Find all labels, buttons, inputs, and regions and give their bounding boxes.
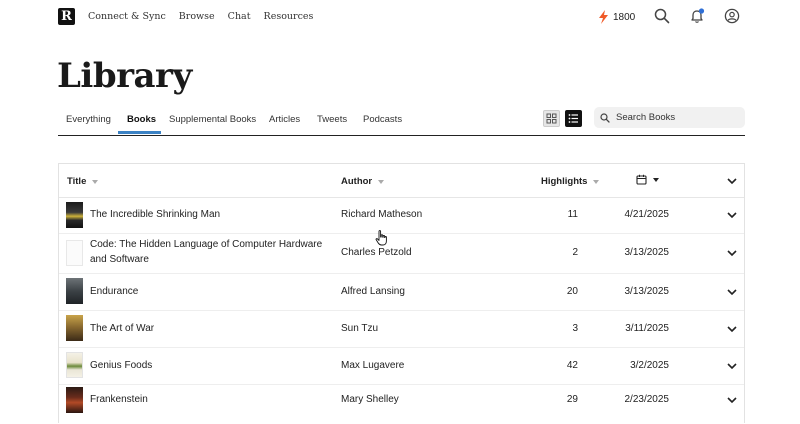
book-title[interactable]: The Art of War bbox=[90, 323, 154, 334]
highlight-count: 3 bbox=[572, 323, 578, 334]
list-view-button[interactable] bbox=[565, 110, 582, 127]
chevron-down-icon[interactable] bbox=[727, 211, 737, 219]
book-date: 3/11/2025 bbox=[625, 323, 669, 334]
book-title[interactable]: The Incredible Shrinking Man bbox=[90, 209, 220, 220]
book-title[interactable]: Frankenstein bbox=[90, 394, 148, 405]
date-column-header[interactable] bbox=[636, 174, 659, 185]
table-row[interactable]: The Incredible Shrinking Man Richard Mat… bbox=[59, 197, 744, 234]
highlight-count: 2 bbox=[572, 247, 578, 258]
sort-caret-icon bbox=[593, 179, 600, 184]
tab-supplemental-books[interactable]: Supplemental Books bbox=[169, 114, 256, 125]
nav-link-resources[interactable]: Resources bbox=[264, 11, 314, 22]
chevron-down-icon[interactable] bbox=[727, 325, 737, 333]
hand-cursor-icon bbox=[375, 230, 387, 246]
search-icon bbox=[600, 112, 610, 123]
nav-link-browse[interactable]: Browse bbox=[179, 11, 215, 22]
table-row[interactable]: Endurance Alfred Lansing 20 3/13/2025 bbox=[59, 273, 744, 311]
title-column-header[interactable]: Title bbox=[67, 176, 99, 187]
books-table: Title Author Highlights The Incredible S… bbox=[58, 163, 745, 423]
active-tab-indicator bbox=[118, 131, 161, 134]
chevron-down-icon[interactable] bbox=[727, 362, 737, 370]
nav-link-chat[interactable]: Chat bbox=[228, 11, 251, 22]
table-row[interactable]: Genius Foods Max Lugavere 42 3/2/2025 bbox=[59, 347, 744, 385]
points-value: 1800 bbox=[613, 11, 636, 23]
grid-view-icon bbox=[546, 113, 557, 124]
highlights-column-header[interactable]: Highlights bbox=[541, 176, 600, 187]
book-title[interactable]: Genius Foods bbox=[90, 360, 152, 371]
highlight-count: 20 bbox=[566, 286, 578, 297]
table-row[interactable]: Code: The Hidden Language of Computer Ha… bbox=[59, 233, 744, 274]
tab-everything[interactable]: Everything bbox=[66, 114, 111, 125]
book-cover bbox=[66, 202, 83, 228]
book-author: Sun Tzu bbox=[341, 323, 379, 334]
table-header: Title Author Highlights bbox=[59, 164, 744, 198]
title-header-label: Title bbox=[67, 176, 87, 187]
sort-caret-icon bbox=[378, 179, 385, 184]
page-title: Library bbox=[57, 56, 192, 96]
book-cover bbox=[66, 315, 83, 341]
top-nav: R Connect & Sync Browse Chat Resources 1… bbox=[0, 0, 800, 34]
book-author: Richard Matheson bbox=[341, 209, 423, 220]
readwise-logo[interactable]: R bbox=[58, 8, 75, 25]
points-counter[interactable]: 1800 bbox=[598, 10, 635, 24]
tab-podcasts[interactable]: Podcasts bbox=[363, 114, 402, 125]
book-date: 3/2/2025 bbox=[630, 360, 669, 371]
book-date: 2/23/2025 bbox=[624, 394, 670, 405]
chevron-down-icon[interactable] bbox=[727, 396, 737, 404]
sort-caret-icon bbox=[92, 179, 99, 184]
author-column-header[interactable]: Author bbox=[341, 176, 385, 187]
chevron-down-icon[interactable] bbox=[727, 288, 737, 296]
bell-icon[interactable] bbox=[689, 8, 705, 24]
book-cover bbox=[66, 352, 83, 378]
grid-view-button[interactable] bbox=[543, 110, 560, 127]
search-input[interactable] bbox=[616, 112, 736, 123]
nav-links: Connect & Sync Browse Chat Resources bbox=[88, 11, 313, 22]
tab-books[interactable]: Books bbox=[127, 114, 156, 125]
author-header-label: Author bbox=[341, 176, 373, 187]
calendar-icon bbox=[636, 174, 647, 185]
book-title[interactable]: Endurance bbox=[90, 286, 138, 297]
book-author: Charles Petzold bbox=[341, 247, 412, 258]
book-author: Mary Shelley bbox=[341, 394, 399, 405]
highlights-header-label: Highlights bbox=[541, 176, 588, 187]
book-date: 3/13/2025 bbox=[624, 247, 670, 258]
book-cover bbox=[66, 278, 83, 304]
chevron-down-icon[interactable] bbox=[727, 177, 737, 185]
book-cover bbox=[66, 240, 83, 266]
search-books-field[interactable] bbox=[594, 107, 745, 128]
book-cover bbox=[66, 387, 83, 413]
nav-link-connect-sync[interactable]: Connect & Sync bbox=[88, 11, 166, 22]
book-date: 3/13/2025 bbox=[624, 286, 670, 297]
chevron-down-icon[interactable] bbox=[727, 249, 737, 257]
book-title[interactable]: Code: The Hidden Language of Computer Ha… bbox=[90, 239, 322, 250]
highlight-count: 42 bbox=[566, 360, 578, 371]
book-author: Max Lugavere bbox=[341, 360, 405, 371]
list-view-icon bbox=[568, 114, 578, 123]
highlight-count: 11 bbox=[567, 209, 578, 220]
book-author: Alfred Lansing bbox=[341, 286, 405, 297]
sort-caret-icon bbox=[653, 177, 659, 182]
table-row[interactable]: The Art of War Sun Tzu 3 3/11/2025 bbox=[59, 310, 744, 348]
search-icon[interactable] bbox=[654, 8, 670, 24]
highlight-count: 29 bbox=[566, 394, 578, 405]
tab-tweets[interactable]: Tweets bbox=[317, 114, 347, 125]
bolt-icon bbox=[599, 10, 608, 24]
book-title-line2[interactable]: and Software bbox=[90, 254, 149, 265]
table-row[interactable]: Frankenstein Mary Shelley 29 2/23/2025 bbox=[59, 384, 744, 424]
tab-articles[interactable]: Articles bbox=[269, 114, 300, 125]
user-icon[interactable] bbox=[724, 8, 740, 24]
book-date: 4/21/2025 bbox=[624, 209, 670, 220]
